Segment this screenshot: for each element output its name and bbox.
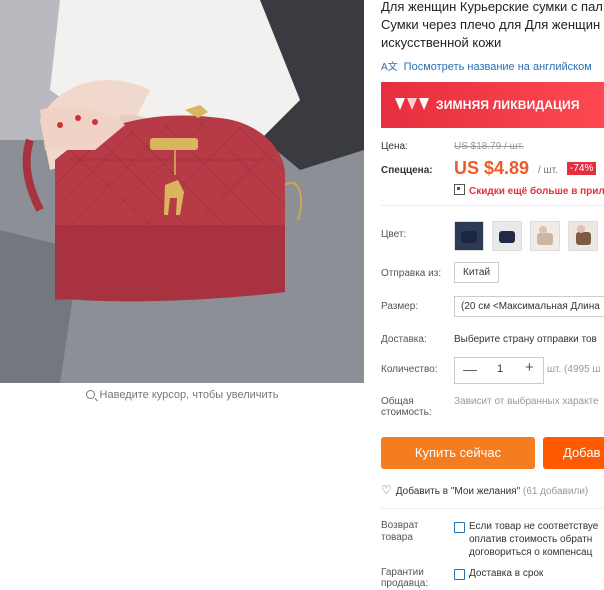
heart-icon: ♡ <box>381 483 392 497</box>
return-label-line-1: Возврат <box>381 520 419 531</box>
special-price-label: Спеццена: <box>381 165 433 176</box>
title-line-1: Для женщин Курьерские сумки с пал <box>381 0 603 14</box>
buy-now-button[interactable]: Купить сейчас <box>381 437 535 469</box>
color-swatch-1[interactable] <box>454 221 484 251</box>
price-label: Цена: <box>381 141 408 152</box>
app-discount-text: Скидки ещё больше в прил <box>469 186 604 197</box>
ship-from-label: Отправка из: <box>381 268 442 279</box>
sale-logo-icon <box>395 98 429 110</box>
product-image[interactable] <box>0 0 364 383</box>
quantity-minus-button[interactable]: — <box>463 361 477 377</box>
delivery-guarantee-text: Доставка в срок <box>469 568 544 579</box>
color-label: Цвет: <box>381 229 407 240</box>
quantity-label: Количество: <box>381 364 438 375</box>
magnifier-icon <box>85 390 95 399</box>
total-label-line-1: Общая <box>381 396 414 407</box>
title-line-3: искусственной кожи <box>381 35 502 50</box>
quantity-stepper: — 1 + <box>454 357 544 384</box>
ship-from-option[interactable]: Китай <box>454 262 500 283</box>
wishlist-text: Добавить в "Мои желания" <box>395 486 521 497</box>
total-label-line-2: стоимость: <box>381 407 432 418</box>
banner-title: ЗИМНЯЯ ЛИКВИДАЦИЯ <box>436 98 580 112</box>
product-details: Для женщин Курьерские сумки с пал Сумки … <box>381 0 604 590</box>
app-discount-link[interactable]: Скидки ещё больше в прил <box>454 184 604 197</box>
size-label: Размер: <box>381 301 419 312</box>
special-price: US $4.89 <box>454 158 530 178</box>
divider <box>381 508 604 509</box>
quantity-input[interactable]: 1 <box>485 363 515 375</box>
guarantee-label-line-2: продавца: <box>381 578 429 589</box>
title-line-2: Сумки через плечо для Для женщин <box>381 17 601 32</box>
promo-banner[interactable]: ЗИМНЯЯ ЛИКВИДАЦИЯ <box>381 82 604 128</box>
return-text-line-3: договориться о компенсац <box>469 547 593 558</box>
stock-count: шт. (4995 ш <box>547 364 601 375</box>
color-swatch-2[interactable] <box>492 221 522 251</box>
size-select[interactable]: (20 см <Максимальная Длина <box>454 296 604 317</box>
delivery-country-link[interactable]: Выберите страну отправки тов <box>454 334 597 345</box>
guarantee-label-line-1: Гарантии <box>381 567 424 578</box>
discount-badge: -74% <box>567 162 597 175</box>
add-to-cart-button[interactable]: Добав <box>543 437 604 469</box>
divider <box>381 205 604 206</box>
wishlist-count: (61 добавили) <box>522 486 589 497</box>
return-text-line-2: оплатив стоимость обратн <box>469 534 593 545</box>
color-swatch-3[interactable] <box>530 221 560 251</box>
old-price: US $18.79 / шт. <box>454 141 524 152</box>
delivery-guarantee-icon <box>454 569 465 580</box>
return-policy-icon <box>454 522 465 533</box>
delivery-label: Доставка: <box>381 334 427 345</box>
handbag-photo <box>0 0 364 383</box>
return-text-line-1: Если товар не соответствуе <box>469 521 599 532</box>
total-value: Зависит от выбранных характе <box>454 396 599 407</box>
translate-icon: A文 <box>381 62 398 73</box>
zoom-hint: Наведите курсор, чтобы увеличить <box>0 389 364 401</box>
color-swatch-4[interactable] <box>568 221 598 251</box>
add-to-wishlist-link[interactable]: ♡ Добавить в "Мои желания" (61 добавили) <box>381 483 588 497</box>
translate-title-link[interactable]: A文 Посмотреть название на английском <box>381 58 592 73</box>
product-title: Для женщин Курьерские сумки с пал Сумки … <box>381 0 604 52</box>
translate-link-text: Посмотреть название на английском <box>403 61 592 73</box>
zoom-hint-text: Наведите курсор, чтобы увеличить <box>99 389 279 401</box>
quantity-plus-button[interactable]: + <box>525 359 534 376</box>
return-policy-text: Если товар не соответствуе оплатив стоим… <box>469 520 598 559</box>
qr-code-icon <box>454 184 465 195</box>
price-unit: / шт. <box>538 165 558 176</box>
return-label-line-2: товара <box>381 532 413 543</box>
